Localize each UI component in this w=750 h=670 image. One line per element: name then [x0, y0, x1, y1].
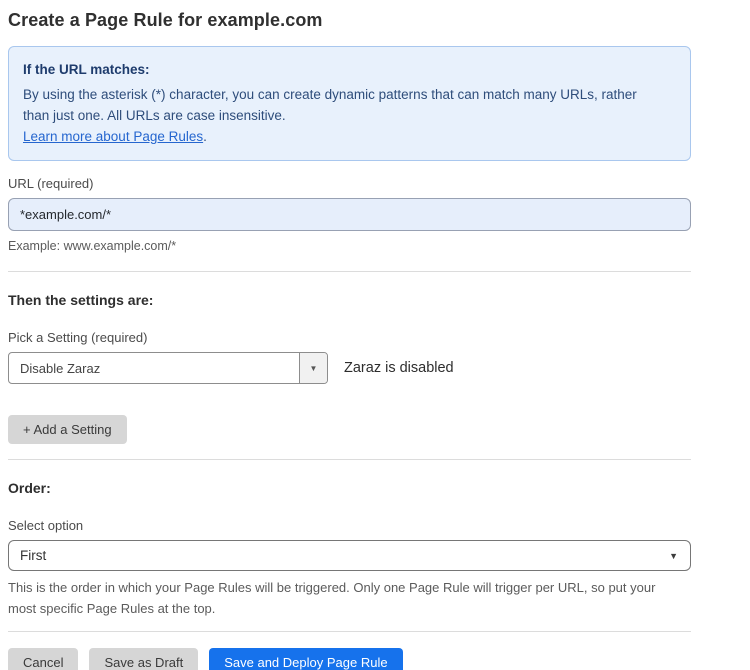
- info-box-heading: If the URL matches:: [23, 59, 676, 80]
- order-section-heading: Order:: [8, 480, 691, 496]
- select-caret-icon: ▼: [669, 551, 678, 561]
- page-title: Create a Page Rule for example.com: [8, 10, 691, 31]
- save-as-draft-button[interactable]: Save as Draft: [89, 648, 198, 670]
- divider: [8, 271, 691, 272]
- url-input[interactable]: [8, 198, 691, 231]
- url-label: URL (required): [8, 176, 691, 191]
- page-rule-form: Create a Page Rule for example.com If th…: [0, 0, 691, 670]
- setting-picker-dropdown[interactable]: Disable Zaraz ▼: [8, 352, 328, 384]
- cancel-button[interactable]: Cancel: [8, 648, 78, 670]
- url-match-info-box: If the URL matches: By using the asteris…: [8, 46, 691, 161]
- form-actions: Cancel Save as Draft Save and Deploy Pag…: [8, 648, 691, 670]
- setting-row: Disable Zaraz ▼ Zaraz is disabled: [8, 352, 691, 384]
- info-link-line: Learn more about Page Rules.: [23, 126, 676, 147]
- select-option-label: Select option: [8, 518, 691, 533]
- order-select[interactable]: First ▼: [8, 540, 691, 571]
- save-and-deploy-button[interactable]: Save and Deploy Page Rule: [209, 648, 402, 670]
- divider: [8, 631, 691, 632]
- add-setting-button[interactable]: + Add a Setting: [8, 415, 127, 444]
- dropdown-caret-icon[interactable]: ▼: [299, 353, 327, 383]
- info-box-body: By using the asterisk (*) character, you…: [23, 84, 655, 126]
- settings-section-heading: Then the settings are:: [8, 292, 691, 308]
- setting-status-text: Zaraz is disabled: [344, 360, 454, 376]
- setting-picker-value: Disable Zaraz: [9, 353, 299, 383]
- url-example-helper: Example: www.example.com/*: [8, 237, 691, 256]
- divider: [8, 459, 691, 460]
- link-suffix: .: [203, 129, 207, 144]
- order-helper-text: This is the order in which your Page Rul…: [8, 577, 680, 619]
- pick-setting-label: Pick a Setting (required): [8, 330, 691, 345]
- learn-more-link[interactable]: Learn more about Page Rules: [23, 129, 203, 144]
- order-select-value: First: [20, 548, 46, 563]
